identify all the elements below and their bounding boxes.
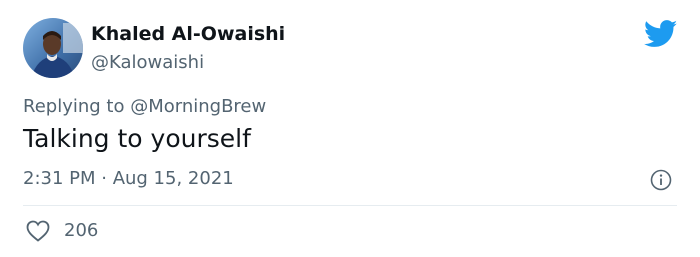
heart-icon[interactable] [26,220,50,242]
avatar-image [23,18,83,78]
tweet-card: Khaled Al-Owaishi @Kalowaishi Replying t… [0,0,700,257]
reply-context: Replying to @MorningBrew [23,96,266,117]
divider [23,205,677,206]
avatar[interactable] [23,18,83,78]
author-handle[interactable]: @Kalowaishi [91,52,204,73]
info-icon[interactable] [650,169,672,191]
tweet-timestamp[interactable]: 2:31 PM · Aug 15, 2021 [23,168,234,189]
twitter-bird-icon[interactable] [643,20,678,48]
like-count: 206 [64,220,99,241]
author-name[interactable]: Khaled Al-Owaishi [91,23,285,45]
reply-prefix: Replying to [23,96,131,117]
reply-mention-link[interactable]: @MorningBrew [130,96,266,117]
tweet-text: Talking to yourself [23,124,251,153]
